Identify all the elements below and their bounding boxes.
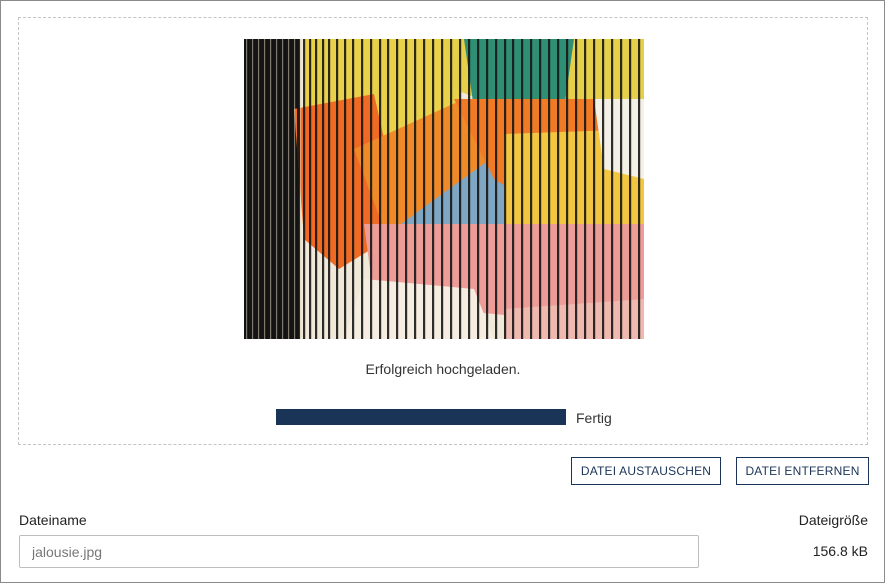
slat-gap — [584, 39, 587, 339]
slat-gap — [468, 39, 471, 339]
slat-gap — [566, 39, 569, 339]
slat-gap — [291, 39, 294, 339]
slat-gap — [593, 39, 596, 339]
slat-gap — [423, 39, 426, 339]
slat-gap — [297, 39, 300, 339]
upload-progress-label: Fertig — [576, 410, 612, 426]
slat-highlight — [264, 39, 266, 339]
jalousie-image — [244, 39, 644, 339]
slat-gap — [638, 39, 641, 339]
slat-gap — [450, 39, 453, 339]
slat-highlight — [294, 39, 296, 339]
slat-gap — [459, 39, 462, 339]
slat-highlight — [270, 39, 272, 339]
slat-gap — [611, 39, 614, 339]
slat-highlight — [258, 39, 260, 339]
upload-progress-bar — [276, 409, 566, 425]
remove-file-button[interactable]: DATEI ENTFERNEN — [736, 457, 869, 485]
slat-gap — [495, 39, 498, 339]
slat-gap — [387, 39, 390, 339]
slat-gap — [486, 39, 489, 339]
filesize-value: 156.8 kB — [812, 543, 868, 559]
upload-progress-fill — [276, 409, 566, 425]
upload-success-message: Erfolgreich hochgeladen. — [365, 361, 521, 377]
upload-dropzone[interactable]: Erfolgreich hochgeladen. Fertig — [18, 17, 868, 445]
slat-gap — [432, 39, 435, 339]
slat-highlight — [300, 39, 302, 339]
slat-gap — [255, 39, 258, 339]
slat-gap — [548, 39, 551, 339]
slat-gap — [370, 39, 373, 339]
slat-gap — [602, 39, 605, 339]
image-preview — [244, 39, 644, 339]
slat-gap — [629, 39, 632, 339]
slat-highlight — [288, 39, 290, 339]
slat-gap — [530, 39, 533, 339]
slat-highlight — [276, 39, 278, 339]
slat-gap — [504, 39, 507, 339]
slat-gap — [344, 39, 347, 339]
slat-gap — [322, 39, 325, 339]
slat-gap — [361, 39, 364, 339]
slat-highlight — [252, 39, 254, 339]
slat-gap — [575, 39, 578, 339]
replace-file-button[interactable]: DATEI AUSTAUSCHEN — [571, 457, 721, 485]
slat-gap — [261, 39, 264, 339]
slat-gap — [441, 39, 444, 339]
slat-gap — [352, 39, 355, 339]
slat-gap — [396, 39, 399, 339]
slat-gap — [249, 39, 252, 339]
slat-gap — [405, 39, 408, 339]
filename-input[interactable] — [19, 535, 699, 568]
slat-gap — [539, 39, 542, 339]
slat-gap — [336, 39, 339, 339]
slat-gap — [557, 39, 560, 339]
slat-gap — [512, 39, 515, 339]
file-upload-panel: Erfolgreich hochgeladen. Fertig DATEI AU… — [0, 0, 885, 583]
slat-gap — [315, 39, 318, 339]
filename-label: Dateiname — [19, 512, 87, 528]
slat-gap — [414, 39, 417, 339]
slat-highlight — [282, 39, 284, 339]
slat-gap — [477, 39, 480, 339]
slat-gap — [328, 39, 331, 339]
slat-highlight — [246, 39, 248, 339]
slat-gap — [309, 39, 312, 339]
slat-gap — [521, 39, 524, 339]
slat-gap — [379, 39, 382, 339]
filesize-label: Dateigröße — [798, 512, 868, 528]
slat-gap — [620, 39, 623, 339]
slat-gap — [303, 39, 306, 339]
